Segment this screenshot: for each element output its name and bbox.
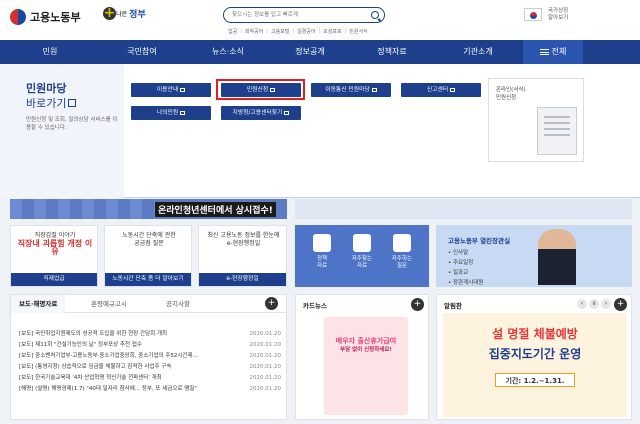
mega-menu-description: 민원신청 및 조회, 질의상담 서비스를 이용할 수 있습니다. — [26, 117, 118, 131]
search-icon[interactable] — [371, 10, 379, 19]
main-nav: 민원 국민참여 뉴스·소식 정보공개 정책자료 기관소개 전체 — [0, 40, 640, 64]
news-row[interactable]: [보도] 국민취업지원제도의 성공적 도입을 위한 현장 간담회 개최 2020.… — [19, 329, 281, 339]
top-header: 고용노동부 보다 나은 정부 + 입공| 회작공어| 고용포털| 일경공어| 모… — [0, 0, 640, 40]
online-form-link[interactable]: 온라인(서식) 민원신청 — [488, 78, 584, 162]
minister-photo — [538, 229, 576, 285]
highlight-box — [216, 79, 305, 100]
new-window-icon — [371, 87, 377, 92]
news-row[interactable]: [보도] 중소벤처기업부·고용노동부·중소기업중앙회, 중소기업의 주52시간제… — [19, 351, 281, 361]
government-slogan: 보다 나은 정부 + — [103, 5, 146, 21]
mega-menu-shortcut-link[interactable]: 바로가기 — [26, 95, 77, 111]
promo-card-e-field[interactable]: 최신 고용노동 정보를 한눈에 e-현장행정일 e-현장행정일 — [198, 225, 287, 287]
card-news-panel: 카드뉴스 + 배우자 출산휴가급여 부담 없이 신청하세요! — [295, 294, 429, 420]
prev-arrow-icon[interactable]: ‹ — [577, 299, 587, 309]
nav-item-about[interactable]: 기관소개 — [446, 40, 510, 64]
new-window-icon — [284, 110, 290, 115]
external-link-icon — [68, 99, 77, 107]
quick-link[interactable]: 민원서식 — [349, 28, 367, 35]
policy-doc-icon[interactable] — [313, 234, 331, 252]
national-symbol-link[interactable]: 국가상징 알아보기 — [548, 8, 568, 22]
search-box — [223, 7, 385, 23]
more-plus-icon[interactable]: + — [411, 298, 424, 311]
korean-flag-icon[interactable] — [524, 8, 542, 21]
quick-link[interactable]: 회작공어 — [245, 28, 263, 35]
quick-link[interactable]: 일경공어 — [297, 28, 315, 35]
notice-board-title: 알림판 — [444, 302, 462, 310]
quick-link[interactable]: 모성포포 — [323, 28, 341, 35]
quick-links: 입공 | 회작공어 | 고용포털 | 일경공어 | 모성포포 | 민원서식 — [228, 28, 368, 35]
card-news-title: 카드뉴스 — [303, 302, 327, 310]
nav-item-civil[interactable]: 민원 — [20, 40, 80, 64]
youth-center-banner[interactable]: 온라인청년센터에서 상시접수! — [10, 199, 287, 219]
new-window-icon — [180, 110, 186, 115]
ministry-name: 고용노동부 — [30, 11, 81, 24]
document-illustration-icon — [537, 107, 577, 155]
frequent-doc-icon[interactable] — [353, 234, 371, 252]
quick-link[interactable]: 고용포털 — [271, 28, 289, 35]
news-row[interactable]: [보도] 제11회 "건설기능인의 날" 정부포상 추천 접수 2020.01.2… — [19, 340, 281, 350]
more-plus-icon[interactable]: + — [614, 298, 627, 311]
promo-card-harassment[interactable]: 직장갑질 이야기 직장내 괴롭힘 개정 이유 직제업급 — [10, 225, 98, 287]
news-row[interactable]: [보도] (통영지청) 상습적으로 임금을 체불하고 잠적한 사업주 구속 202… — [19, 362, 281, 372]
ministry-logo[interactable]: 고용노동부 — [10, 9, 81, 25]
all-menu-button[interactable]: 전체 — [523, 40, 583, 64]
menu-button-my-civil[interactable]: 나의민원 — [131, 106, 211, 120]
menu-button-find-office[interactable]: 지방청/고용센터찾기 — [221, 106, 301, 120]
quick-link[interactable]: 입공 — [228, 28, 237, 35]
mega-menu-intro: 민원마당 바로가기 민원신청 및 조회, 질의상담 서비스를 이용할 수 있습니… — [0, 64, 124, 198]
nav-item-policy[interactable]: 정책자료 — [360, 40, 424, 64]
notice-banner-image[interactable]: 설 명절 체불예방 집중지도기간 운영 기간: 1.2.~1.31. — [443, 313, 627, 417]
notice-board-panel: 알림판 ‹ ॥ › + 설 명절 체불예방 집중지도기간 운영 기간: 1.2.… — [436, 294, 632, 420]
promo-card-worktime[interactable]: 노동시간 단축에 관한 궁금점 질문 노동시간 단축 좀 더 알아보기 — [104, 225, 192, 287]
minister-panel[interactable]: 고용노동부 열린장관실 • 인사말 • 주요일정 • 일과교 • 장관게시대원 — [436, 225, 632, 287]
more-plus-icon[interactable]: + — [265, 297, 278, 310]
tab-press-release[interactable]: 보도·해명자료 — [11, 295, 66, 313]
news-board: 보도·해명자료 훈령예규고시 공지사항 + [보도] 국민취업지원제도의 성공적… — [10, 294, 287, 420]
new-window-icon — [450, 87, 456, 92]
nav-item-participation[interactable]: 국민참여 — [110, 40, 174, 64]
pause-icon[interactable]: ॥ — [589, 299, 599, 309]
news-row[interactable]: [해명] (설명) 해명경제(1.7) "40대 일자리 참사에... 정부, … — [19, 384, 281, 394]
mega-menu-title: 민원마당 — [26, 82, 67, 95]
hamburger-icon — [539, 48, 549, 55]
search-input[interactable] — [232, 11, 362, 19]
plus-icon: + — [103, 5, 116, 21]
taegeuk-emblem-icon — [10, 9, 26, 25]
next-arrow-icon[interactable]: › — [601, 299, 611, 309]
tab-notices[interactable]: 공지사항 — [166, 295, 190, 313]
nav-item-news[interactable]: 뉴스·소식 — [196, 40, 260, 64]
new-window-icon — [180, 87, 186, 92]
quick-icons-panel: 정책 자료 자주찾는 자료 자주하는 질문 — [295, 225, 429, 287]
tab-regulations[interactable]: 훈령예규고시 — [91, 295, 127, 313]
nav-item-disclosure[interactable]: 정보공개 — [278, 40, 342, 64]
faq-icon[interactable] — [393, 234, 411, 252]
card-news-image[interactable]: 배우자 출산휴가급여 부담 없이 신청하세요! — [324, 317, 408, 415]
menu-button-guide[interactable]: 이용안내 — [131, 83, 211, 97]
menu-button-mobile-carrier[interactable]: 이동통신 민원마당 — [311, 83, 391, 97]
menu-button-report-center[interactable]: 신고센터 — [401, 83, 481, 97]
news-row[interactable]: [보도] 한국기술교육대 '4차 산업혁명 혁신기술 전파센터' 개최 2020.… — [19, 373, 281, 383]
